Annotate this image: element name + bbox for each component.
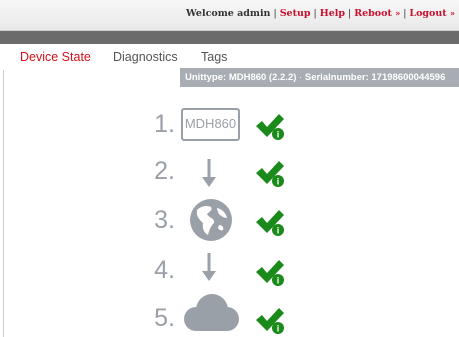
- welcome-text: Welcome admin: [186, 8, 271, 19]
- step-number: 5.: [154, 304, 175, 332]
- svg-text:i: i: [277, 324, 280, 334]
- setup-link[interactable]: Setup: [280, 8, 311, 19]
- serial-label: Serialnumber:: [304, 72, 369, 83]
- user-menu: Welcome admin | Setup | Help | Reboot » | Logout…: [186, 8, 455, 19]
- status-check-icon: i: [256, 114, 284, 140]
- tab-device-state[interactable]: Device State: [20, 50, 91, 64]
- arrow-down-icon: [202, 159, 216, 187]
- tab-tags[interactable]: Tags: [201, 50, 227, 64]
- svg-text:i: i: [277, 177, 280, 187]
- info-separator: ·: [299, 72, 303, 83]
- logout-arrow-icon: »: [450, 8, 455, 18]
- device-box: MDH860: [181, 108, 240, 141]
- svg-text:i: i: [277, 276, 280, 286]
- top-bar: Welcome admin | Setup | Help | Reboot » | Logout…: [0, 0, 459, 31]
- step-number: 3.: [154, 206, 175, 234]
- unittype-label: Unittype:: [185, 72, 227, 83]
- step-number: 1.: [154, 110, 175, 138]
- globe-icon: [190, 199, 232, 241]
- tab-bar: Device State Diagnostics Tags: [0, 44, 459, 68]
- logout-link[interactable]: Logout: [409, 8, 446, 19]
- device-info-bar: Unittype: MDH860 (2.2.2) · Serialnumber:…: [180, 68, 459, 87]
- step-number: 2.: [154, 157, 175, 185]
- cloud-icon: [184, 294, 239, 331]
- help-link[interactable]: Help: [320, 8, 345, 19]
- reboot-link[interactable]: Reboot: [354, 8, 392, 19]
- status-check-icon: i: [256, 308, 284, 334]
- serial-value: 17198600044596: [371, 72, 446, 83]
- unittype-value: MDH860 (2.2.2): [228, 72, 297, 83]
- status-check-icon: i: [256, 161, 284, 187]
- header-divider-bar: [0, 31, 459, 44]
- arrow-down-icon: [202, 253, 216, 281]
- step-number: 4.: [154, 256, 175, 284]
- svg-text:i: i: [277, 130, 280, 140]
- content-border: [3, 70, 4, 337]
- svg-text:i: i: [277, 226, 280, 236]
- status-check-icon: i: [256, 210, 284, 236]
- tab-diagnostics[interactable]: Diagnostics: [113, 50, 178, 64]
- status-check-icon: i: [256, 260, 284, 286]
